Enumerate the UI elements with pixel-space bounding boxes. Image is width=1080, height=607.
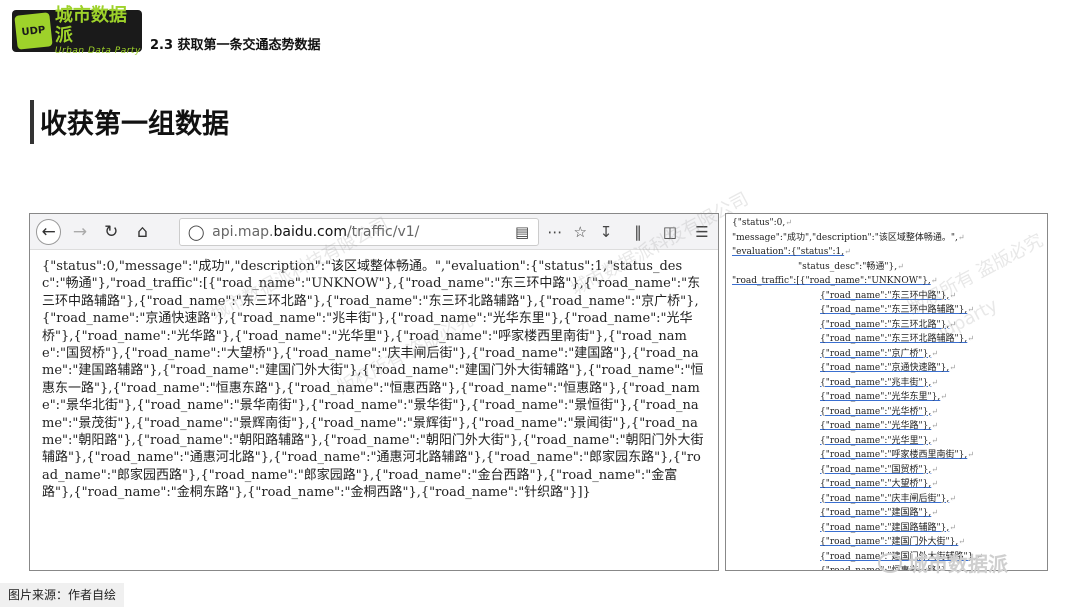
doc-line: "evaluation":{"status":1,↵ — [732, 247, 851, 257]
doc-road-line: {"road_name":"京广桥"},↵ — [820, 348, 938, 359]
doc-road-line: {"road_name":"大望桥"},↵ — [820, 479, 938, 489]
doc-road-line: {"road_name":"光华路"},↵ — [820, 421, 938, 431]
doc-road-line: {"road_name":"光华桥"},↵ — [820, 406, 938, 417]
doc-road-line: {"road_name":"东三环北路"},↵ — [820, 319, 956, 330]
reload-icon[interactable]: ↻ — [99, 219, 124, 245]
doc-road-line: {"road_name":"光华里"},↵ — [820, 435, 938, 446]
doc-line: {"status":0,↵ — [732, 218, 792, 228]
page-title: 收获第一组数据 — [40, 109, 229, 140]
logo-mark-icon: UDP — [14, 12, 53, 50]
road-list: {"road_name":"东三环中路"},↵ {"road_name":"东三环… — [732, 289, 1041, 571]
section-header: 2.3 获取第一条交通态势数据 — [150, 38, 321, 53]
doc-road-line: {"road_name":"国贸桥"},↵ — [820, 464, 938, 475]
doc-road-line: {"road_name":"东三环北路辅路"},↵ — [820, 334, 974, 344]
doc-line: "message":"成功","description":"该区域整体畅通。",… — [732, 232, 965, 243]
doc-road-line: {"road_name":"东三环中路辅路"},↵ — [820, 305, 974, 315]
library-icon[interactable]: ‖ — [628, 223, 648, 241]
logo-text: 城市数据派 Urban Data Party — [54, 4, 142, 57]
right-tools: ↧ ‖ ◫ ☰ — [596, 223, 712, 241]
image-source-caption: 图片来源：作者自绘 — [0, 583, 125, 607]
url-bar[interactable]: ◯ api.map.baidu.com/traffic/v1/ ▤ — [179, 217, 540, 246]
shield-icon[interactable]: ◯ — [186, 223, 206, 241]
doc-road-line: {"road_name":"建国路辅路"},↵ — [820, 522, 956, 533]
doc-road-line: {"road_name":"光华东里"},↵ — [820, 392, 947, 402]
doc-road-line: {"road_name":"兆丰街"},↵ — [820, 377, 938, 388]
doc-road-line: {"road_name":"建国路"},↵ — [820, 508, 938, 518]
doc-road-line: {"road_name":"庆丰闸后街"},↵ — [820, 493, 956, 504]
watermark-text: 城市数据派 — [908, 552, 1008, 576]
download-icon[interactable]: ↧ — [596, 223, 616, 241]
wechat-watermark: 城市数据派 — [878, 548, 1008, 577]
doc-road-line: {"road_name":"京通快速路"},↵ — [820, 363, 956, 373]
title-accent-bar — [30, 100, 34, 144]
menu-icon[interactable]: ☰ — [692, 223, 712, 241]
star-icon[interactable]: ☆ — [571, 223, 590, 241]
browser-window: ← → ↻ ⌂ ◯ api.map.baidu.com/traffic/v1/ … — [29, 213, 719, 571]
doc-road-line: {"road_name":"呼家楼西里南街"},↵ — [820, 450, 974, 460]
doc-road-line: {"road_name":"东三环中路"},↵ — [820, 290, 956, 301]
back-arrow-icon[interactable]: ← — [36, 218, 62, 245]
url-text[interactable]: api.map.baidu.com/traffic/v1/ — [212, 224, 506, 240]
formatted-json-pane: {"status":0,↵ "message":"成功","descriptio… — [725, 213, 1048, 571]
browser-toolbar: ← → ↻ ⌂ ◯ api.map.baidu.com/traffic/v1/ … — [30, 214, 718, 250]
more-icon[interactable]: ⋯ — [545, 223, 564, 241]
logo-en-text: Urban Data Party — [54, 45, 141, 56]
home-icon[interactable]: ⌂ — [130, 219, 155, 245]
doc-line: "status_desc":"畅通"},↵ — [798, 261, 904, 272]
logo-cn-text: 城市数据派 — [54, 4, 127, 46]
json-response-text: {"status":0,"message":"成功","description"… — [42, 259, 704, 501]
sidebar-icon[interactable]: ◫ — [660, 223, 680, 241]
doc-line: "road_traffic":[{"road_name":"UNKNOW"},↵ — [732, 276, 938, 286]
brand-logo: UDP 城市数据派 Urban Data Party — [12, 5, 142, 56]
forward-arrow-icon[interactable]: → — [67, 219, 92, 245]
wechat-icon — [878, 552, 902, 573]
reader-icon[interactable]: ▤ — [512, 223, 532, 241]
